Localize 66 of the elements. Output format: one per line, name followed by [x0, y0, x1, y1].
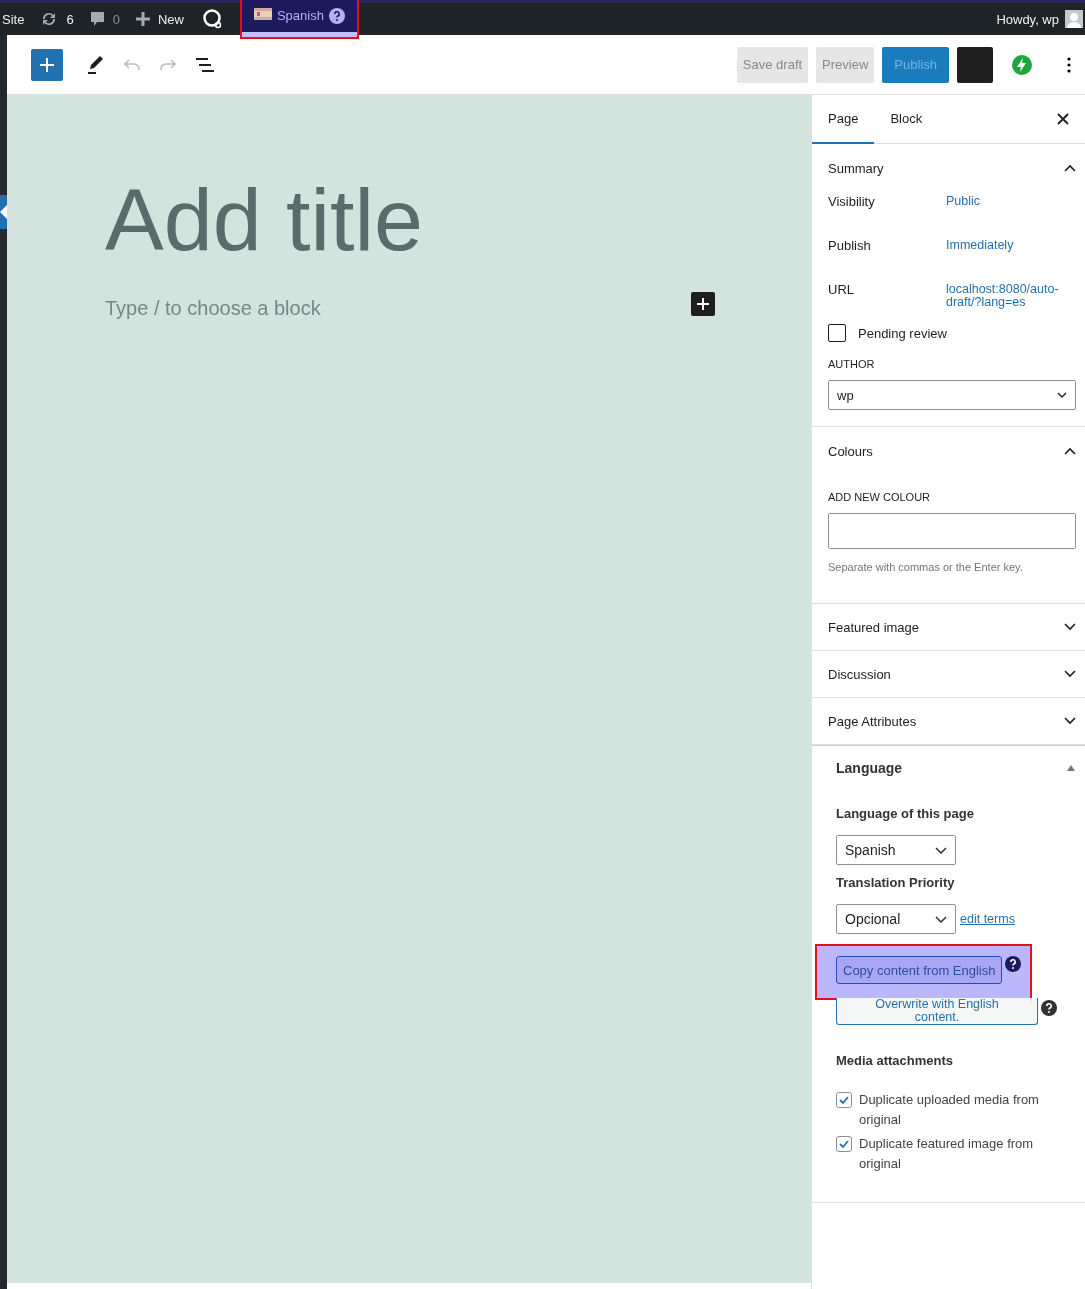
- panel-title[interactable]: Colours: [828, 443, 873, 459]
- block-inserter-button[interactable]: [691, 291, 715, 316]
- checkbox[interactable]: [836, 1092, 852, 1108]
- row-value-link[interactable]: localhost:8080/auto-draft/?lang=es: [946, 280, 1068, 309]
- chevron-icon[interactable]: [1064, 717, 1076, 725]
- plus-icon[interactable]: [135, 12, 150, 26]
- overwrite-button[interactable]: Overwrite with English content.: [836, 998, 1038, 1025]
- collapse-tab-icon[interactable]: [0, 195, 7, 229]
- help-icon[interactable]: [328, 7, 345, 24]
- field-label: ADD NEW COLOUR: [828, 491, 932, 503]
- sidebar-tab[interactable]: Block: [874, 95, 939, 144]
- chevron-icon[interactable]: [1064, 670, 1076, 678]
- edit-terms-link[interactable]: edit terms: [960, 912, 1015, 926]
- priority-select[interactable]: Opcional: [836, 904, 956, 934]
- checkbox[interactable]: [836, 1136, 852, 1152]
- title-field[interactable]: Add title: [105, 165, 811, 275]
- chat-bubble-icon[interactable]: [201, 8, 224, 30]
- help-text: Separate with commas or the Enter key.: [828, 561, 1024, 573]
- panel-title[interactable]: Discussion: [828, 666, 891, 682]
- site-link[interactable]: Site: [2, 11, 25, 27]
- field-label: Language of this page: [836, 806, 975, 821]
- chevron-icon[interactable]: [1064, 447, 1076, 455]
- add-block-button[interactable]: [31, 48, 63, 81]
- lightning-icon[interactable]: [1011, 53, 1033, 76]
- panel-title[interactable]: Summary: [828, 160, 884, 176]
- row-label: URL: [828, 281, 855, 297]
- help-icon[interactable]: [1041, 1000, 1057, 1016]
- checkbox-label[interactable]: Duplicate uploaded media from original: [859, 1090, 1059, 1130]
- checkbox-label[interactable]: Duplicate featured image from original: [859, 1134, 1059, 1174]
- chevron-icon[interactable]: [1057, 392, 1067, 398]
- field-label: AUTHOR: [828, 358, 876, 370]
- comment-icon[interactable]: [89, 11, 105, 27]
- pencil-icon[interactable]: [87, 54, 105, 75]
- greeting[interactable]: Howdy, wp: [996, 11, 1059, 27]
- chevron-icon[interactable]: [1064, 623, 1076, 631]
- language-select[interactable]: Spanish: [836, 835, 956, 865]
- panel-title[interactable]: Language: [836, 760, 903, 776]
- flag-icon: [253, 7, 272, 20]
- plus-icon[interactable]: [697, 297, 709, 310]
- language-switcher[interactable]: Spanish: [239, 0, 359, 39]
- colour-input-field[interactable]: [828, 513, 1076, 549]
- section-title: Media attachments: [836, 1053, 955, 1068]
- checkbox-label[interactable]: Pending review: [858, 325, 947, 341]
- triangle-icon[interactable]: [1067, 765, 1075, 771]
- new-link[interactable]: New: [157, 11, 184, 27]
- update-count[interactable]: 6: [66, 11, 74, 27]
- field-label: Translation Priority: [836, 875, 956, 890]
- panel-title[interactable]: Page Attributes: [828, 713, 917, 729]
- chevron-icon[interactable]: [935, 915, 947, 923]
- more-icon[interactable]: [1067, 56, 1071, 73]
- list-view-icon[interactable]: [195, 56, 215, 73]
- copy-content-button[interactable]: Copy content from English: [836, 956, 1003, 984]
- chevron-icon[interactable]: [1064, 164, 1076, 172]
- row-value-link[interactable]: Public: [946, 192, 1068, 208]
- panel-title[interactable]: Featured image: [828, 619, 920, 635]
- row-label: Publish: [828, 237, 872, 253]
- row-label: Visibility: [828, 193, 876, 209]
- row-value-link[interactable]: Immediately: [946, 236, 1068, 252]
- close-icon[interactable]: [1057, 113, 1069, 125]
- sidebar-tab[interactable]: Page: [812, 95, 875, 144]
- chevron-icon[interactable]: [935, 846, 947, 854]
- help-icon[interactable]: [1005, 956, 1022, 972]
- checkbox[interactable]: [828, 324, 846, 342]
- comment-count[interactable]: 0: [112, 11, 120, 27]
- author-select[interactable]: wp: [828, 380, 1076, 410]
- settings-button[interactable]: [957, 46, 993, 83]
